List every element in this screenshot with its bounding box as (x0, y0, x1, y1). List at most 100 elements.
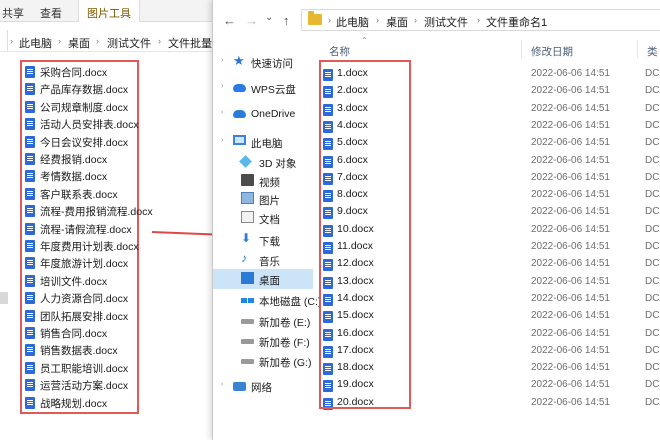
file-item[interactable]: 产品库存数据.docx (25, 82, 128, 99)
file-row[interactable]: 1.docx 2022-06-06 14:51 DC (321, 66, 660, 83)
sidebar-item[interactable]: 新加卷 (G:) (213, 351, 313, 371)
computer-icon (233, 135, 246, 145)
sidebar-item[interactable]: 图片 (213, 189, 313, 209)
sidebar-item[interactable]: 3D 对象 (213, 152, 313, 172)
file-type: DC (645, 292, 660, 304)
file-date: 2022-06-06 14:51 (531, 362, 610, 374)
file-row[interactable]: 17.docx 2022-06-06 14:51 DC (321, 343, 660, 360)
file-item[interactable]: 人力资源合同.docx (25, 291, 128, 308)
column-date[interactable]: 修改日期 (531, 44, 573, 59)
breadcrumb-item[interactable]: 文件批量重 (168, 35, 215, 51)
breadcrumb-item[interactable]: 测试文件 (107, 35, 151, 51)
column-type[interactable]: 类 (647, 44, 658, 59)
file-item[interactable]: 活动人员安排表.docx (25, 117, 139, 134)
file-item[interactable]: 运营活动方案.docx (25, 378, 128, 395)
chevron-right-icon[interactable]: › (221, 109, 223, 116)
sidebar-item[interactable]: 桌面 (213, 269, 313, 289)
file-item[interactable]: 公司规章制度.docx (25, 100, 128, 117)
up-arrow-icon[interactable]: ↑ (283, 13, 290, 28)
file-name: 13.docx (337, 274, 374, 287)
chevron-right-icon[interactable]: › (221, 83, 223, 90)
tab-picture-tools[interactable]: 图片工具 (78, 0, 140, 22)
sidebar-item[interactable]: › OneDrive (213, 104, 313, 124)
breadcrumb-item[interactable]: 此电脑 (336, 14, 369, 30)
forward-arrow-icon[interactable]: → (245, 13, 258, 28)
file-item[interactable]: 客户联系表.docx (25, 187, 118, 204)
address-bar[interactable]: › 此电脑 › 桌面 › 测试文件 › 文件重命名1 (301, 9, 660, 31)
file-item[interactable]: 战略规划.docx (25, 396, 107, 413)
sidebar-item[interactable]: › ★ 快速访问 (213, 52, 313, 72)
column-divider[interactable] (521, 40, 522, 58)
file-item[interactable]: 销售数据表.docx (25, 343, 118, 360)
file-row[interactable]: 8.docx 2022-06-06 14:51 DC (321, 187, 660, 204)
file-row[interactable]: 11.docx 2022-06-06 14:51 DC (321, 239, 660, 256)
sidebar-item[interactable]: ♪ 音乐 (213, 250, 313, 270)
file-item[interactable]: 销售合同.docx (25, 326, 107, 343)
sidebar-item[interactable]: 新加卷 (E:) (213, 311, 313, 331)
back-arrow-icon[interactable]: ← (223, 13, 236, 28)
sidebar-item[interactable]: 文档 (213, 208, 313, 228)
file-row[interactable]: 9.docx 2022-06-06 14:51 DC (321, 204, 660, 221)
download-icon: ⬇ (241, 231, 252, 245)
breadcrumb-item[interactable]: 桌面 (68, 35, 90, 51)
file-row[interactable]: 6.docx 2022-06-06 14:51 DC (321, 153, 660, 170)
file-row[interactable]: 12.docx 2022-06-06 14:51 DC (321, 256, 660, 273)
file-row[interactable]: 20.docx 2022-06-06 14:51 DC (321, 395, 660, 412)
file-item[interactable]: 年度旅游计划.docx (25, 256, 128, 273)
word-document-icon (25, 396, 35, 409)
chevron-right-icon: › (10, 36, 13, 46)
sidebar-item[interactable]: ⬇ 下载 (213, 230, 313, 250)
chevron-right-icon[interactable]: › (221, 381, 223, 388)
file-item[interactable]: 年度费用计划表.docx (25, 239, 139, 256)
file-row[interactable]: 5.docx 2022-06-06 14:51 DC (321, 135, 660, 152)
file-type: DC (645, 241, 660, 252)
file-item[interactable]: 采购合同.docx (25, 65, 107, 82)
file-row[interactable]: 16.docx 2022-06-06 14:51 DC (321, 326, 660, 343)
word-document-icon (25, 118, 35, 131)
tab-view[interactable]: 查看 (40, 5, 62, 21)
file-item[interactable]: 考情数据.docx (25, 169, 107, 186)
file-row[interactable]: 10.docx 2022-06-06 14:51 DC (321, 222, 660, 239)
breadcrumb-item[interactable]: 测试文件 (424, 14, 468, 30)
breadcrumb-item[interactable]: 此电脑 (19, 35, 52, 51)
file-item[interactable]: 流程-费用报销流程.docx (25, 204, 153, 221)
sidebar-item[interactable]: 新加卷 (F:) (213, 331, 313, 351)
sidebar-item[interactable]: › WPS云盘 (213, 78, 313, 98)
breadcrumb[interactable]: › 此电脑 › 桌面 › 测试文件 › 文件批量重 (0, 30, 215, 52)
file-item[interactable]: 员工职能培训.docx (25, 361, 128, 378)
system-drive-icon (241, 298, 254, 303)
chevron-right-icon: › (158, 36, 161, 46)
chevron-right-icon[interactable]: › (221, 57, 223, 64)
file-row[interactable]: 13.docx 2022-06-06 14:51 DC (321, 274, 660, 291)
sidebar-item[interactable]: 本地磁盘 (C:) (213, 290, 321, 310)
file-item[interactable]: 流程-请假流程.docx (25, 222, 132, 239)
file-date: 2022-06-06 14:51 (531, 258, 610, 270)
file-row[interactable]: 3.docx 2022-06-06 14:51 DC (321, 101, 660, 118)
file-row[interactable]: 15.docx 2022-06-06 14:51 DC (321, 308, 660, 325)
file-row[interactable]: 7.docx 2022-06-06 14:51 DC (321, 170, 660, 187)
breadcrumb-item[interactable]: 桌面 (386, 14, 408, 30)
word-document-icon (323, 138, 333, 151)
column-name[interactable]: 名称 (329, 44, 350, 59)
file-item[interactable]: 今日会议安排.docx (25, 135, 128, 152)
word-document-icon (25, 274, 35, 287)
sidebar-item[interactable]: › 网络 (213, 376, 313, 396)
breadcrumb-item[interactable]: 文件重命名1 (486, 14, 547, 30)
sidebar-item[interactable]: 视频 (213, 171, 313, 191)
sidebar-item[interactable]: › 此电脑 (213, 132, 313, 152)
file-row[interactable]: 14.docx 2022-06-06 14:51 DC (321, 291, 660, 308)
file-item[interactable]: 经费报销.docx (25, 152, 107, 169)
column-divider[interactable] (637, 40, 638, 58)
file-name: 考情数据.docx (40, 171, 108, 184)
file-row[interactable]: 2.docx 2022-06-06 14:51 DC (321, 83, 660, 100)
tab-share[interactable]: 共享 (2, 5, 24, 21)
chevron-right-icon[interactable]: › (221, 137, 223, 144)
file-row[interactable]: 18.docx 2022-06-06 14:51 DC (321, 360, 660, 377)
word-document-icon (25, 344, 35, 357)
file-item[interactable]: 培训文件.docx (25, 274, 107, 291)
chevron-down-icon[interactable]: ⌄ (265, 12, 273, 23)
scrollbar-thumb[interactable] (0, 292, 8, 304)
file-row[interactable]: 4.docx 2022-06-06 14:51 DC (321, 118, 660, 135)
file-row[interactable]: 19.docx 2022-06-06 14:51 DC (321, 377, 660, 394)
file-item[interactable]: 团队拓展安排.docx (25, 309, 128, 326)
